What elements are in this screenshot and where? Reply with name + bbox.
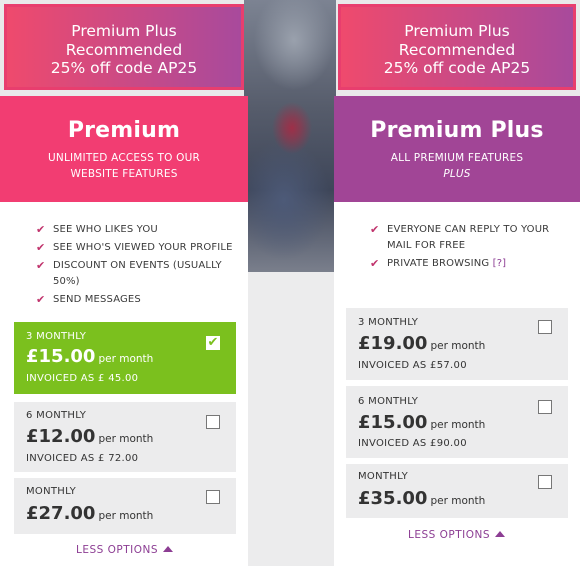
- feature-list: ✔ EVERYONE CAN REPLY TO YOUR MAIL FOR FRE…: [370, 222, 570, 274]
- check-icon: ✔: [36, 241, 46, 254]
- option-per: per month: [98, 353, 154, 365]
- promo-banner: Premium Plus Recommended 25% off code AP…: [338, 4, 576, 90]
- feature-item: ✔ SEE WHO LIKES YOU: [36, 223, 158, 236]
- promo-title: Premium Plus: [404, 22, 510, 40]
- option-invoiced: INVOICED AS £ 45.00: [26, 373, 139, 384]
- option-monthly[interactable]: MONTHLY £27.00 per month: [14, 478, 236, 534]
- background-fill: [244, 272, 336, 566]
- plan-subtitle-line1: UNLIMITED ACCESS TO OUR: [48, 152, 200, 164]
- option-per: per month: [430, 419, 486, 431]
- plan-subtitle: UNLIMITED ACCESS TO OUR WEBSITE FEATURES: [0, 150, 248, 182]
- checkbox-empty-icon[interactable]: [206, 415, 220, 429]
- option-price-row: £35.00 per month: [358, 488, 485, 509]
- option-period: 3 MONTHLY: [26, 331, 87, 342]
- checkbox-empty-icon[interactable]: [538, 475, 552, 489]
- background-photo: [244, 0, 336, 272]
- promo-recommended: Recommended: [398, 40, 516, 59]
- option-invoiced: INVOICED AS £ 72.00: [26, 453, 139, 464]
- option-price: £15.00: [358, 412, 428, 433]
- promo-code: 25% off code AP25: [383, 59, 531, 77]
- option-price: £12.00: [26, 426, 96, 447]
- promo-banner: Premium Plus Recommended 25% off code AP…: [4, 4, 244, 90]
- check-icon: ✔: [36, 259, 46, 272]
- option-period: 3 MONTHLY: [358, 317, 419, 328]
- option-price-row: £15.00 per month: [26, 346, 153, 367]
- premium-plus-header: Premium Plus ALL PREMIUM FEATURES PLUS: [334, 96, 580, 202]
- option-6-monthly[interactable]: 6 MONTHLY £12.00 per month INVOICED AS £ …: [14, 402, 236, 472]
- promo-recommended: Recommended: [65, 40, 183, 59]
- check-icon: ✔: [36, 223, 46, 236]
- option-price: £35.00: [358, 488, 428, 509]
- less-options-label: LESS OPTIONS: [408, 529, 491, 541]
- less-options-link[interactable]: LESS OPTIONS: [408, 529, 506, 541]
- checkbox-checked-icon[interactable]: ✔: [206, 336, 220, 350]
- check-icon: ✔: [370, 223, 380, 236]
- premium-plus-plan-card: Premium Plus Recommended 25% off code AP…: [334, 0, 580, 566]
- option-per: per month: [430, 495, 486, 507]
- option-period: MONTHLY: [358, 471, 409, 482]
- feature-item: ✔ SEND MESSAGES: [36, 293, 141, 306]
- less-options-link[interactable]: LESS OPTIONS: [76, 544, 174, 556]
- option-period: 6 MONTHLY: [26, 410, 87, 421]
- checkbox-empty-icon[interactable]: [206, 490, 220, 504]
- plan-subtitle: ALL PREMIUM FEATURES PLUS: [334, 150, 580, 182]
- option-price-row: £15.00 per month: [358, 412, 485, 433]
- checkbox-empty-icon[interactable]: [538, 400, 552, 414]
- plan-subtitle-line2: WEBSITE FEATURES: [70, 168, 178, 180]
- feature-item: ✔ DISCOUNT ON EVENTS (USUALLY 50%): [36, 259, 222, 287]
- option-6-monthly[interactable]: 6 MONTHLY £15.00 per month INVOICED AS £9…: [346, 386, 568, 458]
- option-price-row: £27.00 per month: [26, 503, 153, 524]
- plan-subtitle-line1: ALL PREMIUM FEATURES: [390, 152, 524, 164]
- option-3-monthly[interactable]: 3 MONTHLY £15.00 per month INVOICED AS £ …: [14, 322, 236, 394]
- plan-title: Premium Plus: [370, 118, 544, 143]
- option-period: MONTHLY: [26, 486, 77, 497]
- less-options-label: LESS OPTIONS: [76, 544, 159, 556]
- option-price: £27.00: [26, 503, 96, 524]
- premium-plan-card: Premium Plus Recommended 25% off code AP…: [0, 0, 248, 566]
- premium-header: Premium UNLIMITED ACCESS TO OUR WEBSITE …: [0, 96, 248, 202]
- option-per: per month: [430, 340, 486, 352]
- checkbox-empty-icon[interactable]: [538, 320, 552, 334]
- feature-item: ✔ EVERYONE CAN REPLY TO YOUR MAIL FOR FRE…: [370, 223, 550, 251]
- plan-title: Premium: [67, 118, 181, 143]
- option-price: £15.00: [26, 346, 96, 367]
- triangle-up-icon: [495, 531, 506, 537]
- option-3-monthly[interactable]: 3 MONTHLY £19.00 per month INVOICED AS £5…: [346, 308, 568, 380]
- plan-subtitle-line2: PLUS: [443, 168, 471, 180]
- help-link[interactable]: [?]: [493, 258, 507, 269]
- feature-item: ✔ PRIVATE BROWSING [?]: [370, 257, 507, 270]
- option-monthly[interactable]: MONTHLY £35.00 per month: [346, 464, 568, 518]
- feature-list: ✔ SEE WHO LIKES YOU ✔ SEE WHO'S VIEWED YOU…: [36, 222, 236, 310]
- option-per: per month: [98, 510, 154, 522]
- triangle-up-icon: [163, 546, 174, 552]
- check-icon: ✔: [370, 257, 380, 270]
- option-price: £19.00: [358, 333, 428, 354]
- option-per: per month: [98, 433, 154, 445]
- promo-title: Premium Plus: [71, 22, 177, 40]
- option-period: 6 MONTHLY: [358, 396, 419, 407]
- option-invoiced: INVOICED AS £90.00: [358, 438, 467, 449]
- feature-item: ✔ SEE WHO'S VIEWED YOUR PROFILE: [36, 241, 233, 254]
- option-invoiced: INVOICED AS £57.00: [358, 360, 467, 371]
- promo-code: 25% off code AP25: [50, 59, 198, 77]
- check-icon: ✔: [36, 293, 46, 306]
- option-price-row: £12.00 per month: [26, 426, 153, 447]
- option-price-row: £19.00 per month: [358, 333, 485, 354]
